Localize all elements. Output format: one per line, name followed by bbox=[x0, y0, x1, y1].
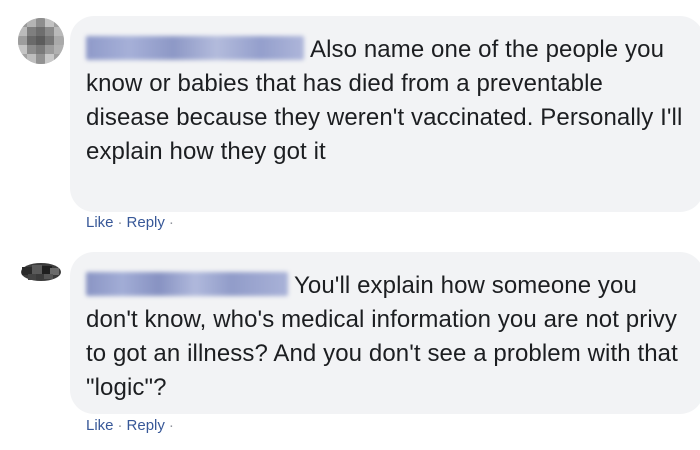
avatar[interactable] bbox=[18, 18, 64, 64]
reply-link[interactable]: Reply bbox=[127, 417, 165, 434]
comment-actions: Like · Reply · bbox=[86, 214, 178, 231]
reply-link[interactable]: Reply bbox=[127, 214, 165, 231]
like-link[interactable]: Like bbox=[86, 417, 114, 434]
author-name-obscured[interactable] bbox=[86, 272, 288, 296]
separator-dot: · bbox=[117, 214, 123, 231]
comment-actions: Like · Reply · bbox=[86, 417, 178, 434]
author-name-obscured[interactable] bbox=[86, 36, 304, 60]
avatar[interactable] bbox=[18, 250, 64, 296]
separator-dot: · bbox=[168, 417, 174, 434]
like-link[interactable]: Like bbox=[86, 214, 114, 231]
separator-dot: · bbox=[117, 417, 123, 434]
separator-dot: · bbox=[168, 214, 174, 231]
comment-bubble: You'll explain how someone you don't kno… bbox=[70, 252, 700, 414]
comment-bubble: Also name one of the people you know or … bbox=[70, 16, 700, 212]
